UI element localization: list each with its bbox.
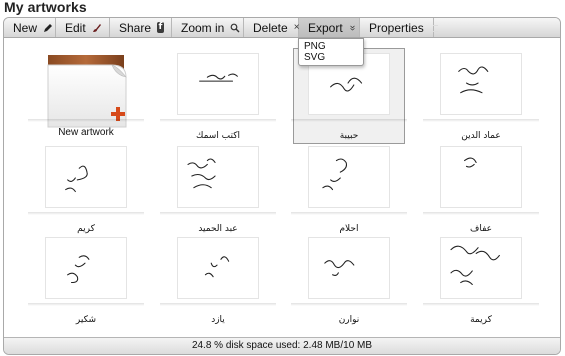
tile-shadow bbox=[291, 119, 407, 122]
export-button[interactable]: Export » bbox=[299, 18, 360, 37]
page-title: My artworks bbox=[4, 0, 87, 15]
tile-shadow bbox=[160, 119, 276, 122]
artwork-caption: New artwork bbox=[58, 127, 114, 138]
artwork-thumbnail[interactable] bbox=[440, 237, 522, 299]
artwork-thumbnail[interactable] bbox=[45, 146, 127, 208]
calligraphy-preview bbox=[187, 158, 216, 189]
new-artwork-tile[interactable] bbox=[46, 53, 130, 129]
export-menu-item-svg[interactable]: SVG bbox=[304, 52, 363, 63]
tile-shadow bbox=[28, 303, 144, 306]
artwork-thumbnail[interactable] bbox=[177, 237, 259, 299]
zoom-in-button[interactable]: Zoom in bbox=[172, 18, 244, 37]
calligraphy-preview bbox=[322, 158, 347, 191]
chevron-down-icon: » bbox=[346, 24, 358, 31]
artwork-thumbnail[interactable] bbox=[440, 146, 522, 208]
calligraphy-preview bbox=[204, 256, 230, 278]
artwork-thumbnail[interactable] bbox=[308, 237, 390, 299]
artwork-thumbnail[interactable] bbox=[440, 53, 522, 115]
artwork-caption: كريم bbox=[77, 224, 95, 234]
tile-shadow bbox=[423, 119, 539, 122]
artwork-caption: نوارن bbox=[338, 315, 360, 325]
tile-shadow bbox=[291, 303, 407, 306]
properties-button[interactable]: Properties bbox=[360, 18, 438, 37]
artwork-caption: يازد bbox=[211, 315, 225, 325]
edit-label: Edit bbox=[65, 20, 86, 35]
calligraphy-preview bbox=[65, 165, 88, 193]
pencil-icon bbox=[43, 23, 53, 33]
calligraphy-preview bbox=[324, 260, 355, 276]
status-bar: 24.8 % disk space used: 2.48 MB/10 MB bbox=[4, 337, 560, 354]
artwork-caption: اكتب اسمك bbox=[195, 131, 241, 141]
calligraphy-preview bbox=[464, 157, 477, 168]
export-menu: PNG SVG bbox=[298, 38, 364, 66]
calligraphy-preview bbox=[450, 245, 500, 285]
brush-icon bbox=[92, 23, 102, 33]
artwork-caption: عماد الدين bbox=[461, 131, 501, 141]
new-label: New bbox=[13, 20, 38, 35]
new-artwork-icon bbox=[47, 55, 127, 128]
magnifier-icon bbox=[230, 23, 240, 33]
delete-button[interactable]: Delete × bbox=[244, 18, 300, 37]
tile-shadow bbox=[28, 212, 144, 215]
tile-shadow bbox=[291, 212, 407, 215]
tile-shadow bbox=[28, 119, 144, 122]
share-label: Share bbox=[119, 20, 152, 35]
tile-shadow bbox=[160, 303, 276, 306]
new-button[interactable]: New bbox=[4, 18, 56, 37]
share-button[interactable]: Share f bbox=[110, 18, 172, 37]
zoom-in-label: Zoom in bbox=[181, 20, 225, 35]
artwork-caption: احلام bbox=[339, 224, 359, 234]
calligraphy-preview bbox=[458, 66, 489, 94]
calligraphy-preview bbox=[67, 255, 90, 284]
artwork-caption: عفاف bbox=[470, 224, 492, 234]
artwork-caption: عبد الحميد bbox=[198, 224, 238, 234]
tile-shadow bbox=[423, 212, 539, 215]
facebook-icon: f bbox=[157, 22, 164, 33]
artwork-thumbnail[interactable] bbox=[177, 146, 259, 208]
tile-shadow bbox=[160, 212, 276, 215]
artwork-caption: حبيبة bbox=[339, 131, 359, 141]
artwork-caption: كريمة bbox=[470, 315, 492, 325]
artwork-thumbnail[interactable] bbox=[177, 53, 259, 115]
toolbar: New Edit Share f Zoom in Delete × Export… bbox=[4, 18, 560, 38]
export-label: Export bbox=[308, 20, 343, 35]
tile-shadow bbox=[423, 303, 539, 306]
artworks-panel: New Edit Share f Zoom in Delete × Export… bbox=[3, 17, 561, 355]
properties-label: Properties bbox=[369, 20, 424, 35]
artwork-thumbnail[interactable] bbox=[45, 237, 127, 299]
artwork-thumbnail[interactable] bbox=[308, 146, 390, 208]
artwork-grid: New artwork اكتب اسمك حبيبة عماد الدين كريم ع… bbox=[4, 39, 560, 339]
delete-label: Delete bbox=[253, 20, 288, 35]
edit-button[interactable]: Edit bbox=[56, 18, 110, 37]
artwork-caption: شكير bbox=[75, 315, 97, 325]
calligraphy-preview bbox=[199, 73, 238, 82]
export-menu-item-png[interactable]: PNG bbox=[304, 41, 363, 52]
